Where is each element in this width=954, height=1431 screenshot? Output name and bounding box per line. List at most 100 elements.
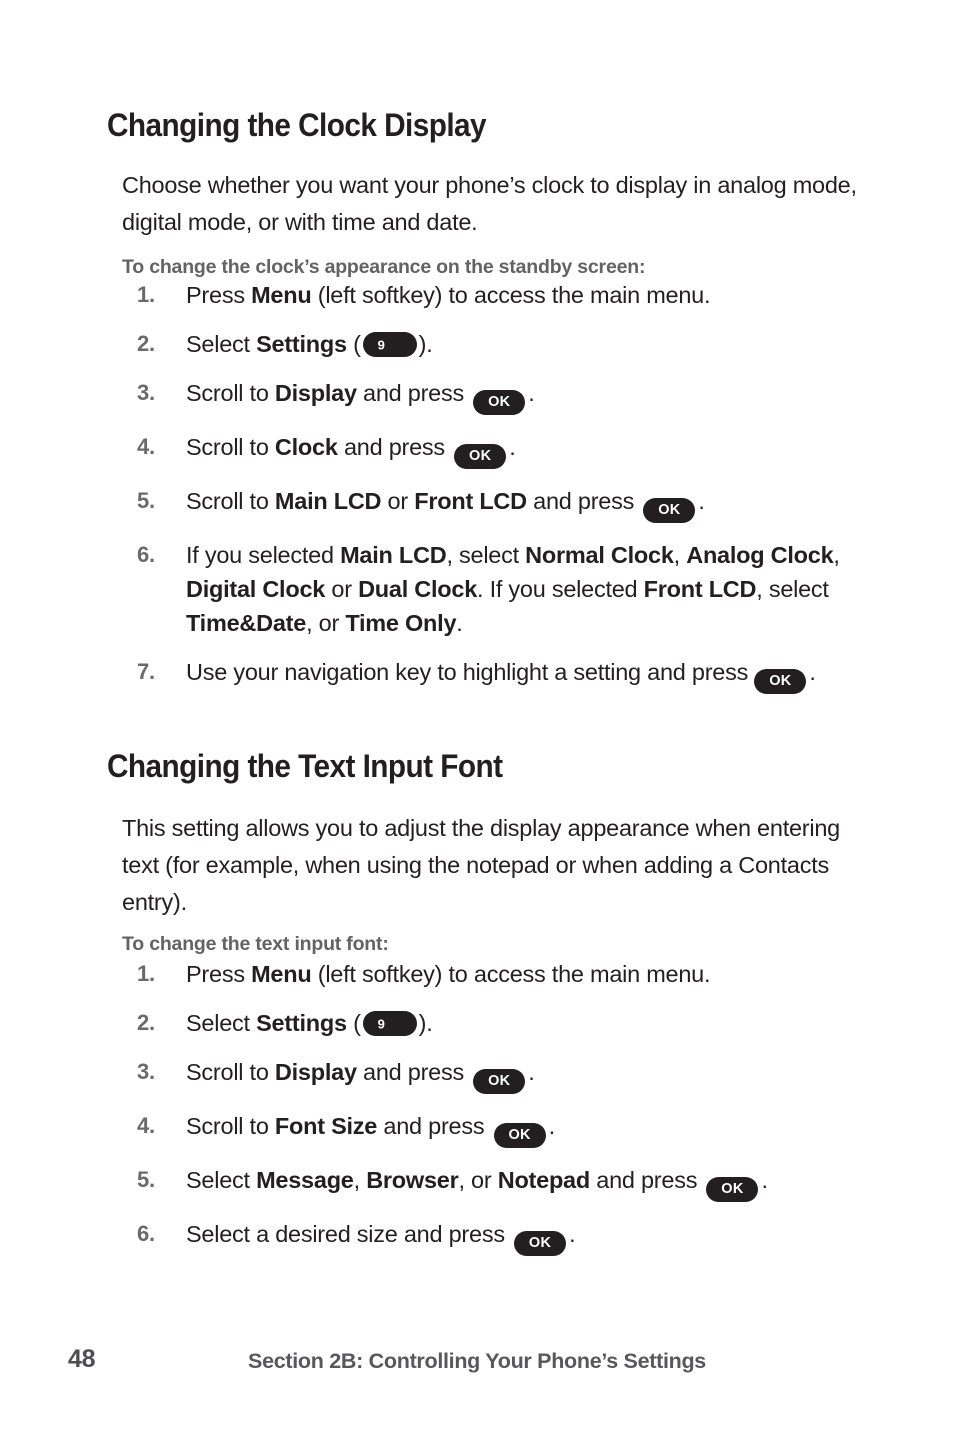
step-number: 5. (137, 1167, 155, 1192)
step-bold-term: Notepad (497, 1167, 591, 1193)
section-heading-text-input-font: Changing the Text Input Font (107, 748, 503, 785)
key-ok-icon: OK (473, 1069, 526, 1094)
step-number: 4. (137, 434, 155, 459)
step-list-clock-display: 1. Press Menu (left softkey) to access t… (137, 278, 882, 709)
list-item: 1. Press Menu (left softkey) to access t… (137, 957, 882, 991)
step-bold-term: Main LCD (340, 542, 447, 568)
step-text: , select (446, 542, 526, 568)
step-text: . If you selected (477, 576, 644, 602)
step-bold-term: Digital Clock (186, 576, 326, 602)
list-item: 5. Select Message, Browser, or Notepad a… (137, 1163, 882, 1202)
step-text: Press (186, 282, 252, 308)
step-text: , (353, 1167, 367, 1193)
key-ok-icon: OK (706, 1177, 759, 1202)
list-item: 3. Scroll to Display and press OK. (137, 376, 882, 415)
key-9-icon: 9 (362, 1011, 417, 1036)
key-9-label: 9 (377, 1016, 385, 1031)
step-text: Scroll to (186, 488, 275, 514)
page-footer: 48 Section 2B: Controlling Your Phone’s … (0, 1345, 954, 1385)
step-bold-term: Browser (366, 1167, 459, 1193)
step-number: 1. (137, 961, 155, 986)
key-9-label: 9 (377, 337, 385, 352)
step-text: . (761, 1167, 768, 1193)
list-item: 6. Select a desired size and press OK. (137, 1217, 882, 1256)
step-text: Scroll to (186, 1113, 275, 1139)
step-text: (left softkey) to access the main menu. (311, 282, 711, 308)
step-text: . (809, 659, 816, 685)
section-paragraph-clock-display: Choose whether you want your phone’s clo… (122, 171, 857, 235)
step-text: Scroll to (186, 434, 275, 460)
step-bold-term: Menu (251, 282, 312, 308)
step-text: ). (418, 331, 433, 357)
step-number: 1. (137, 282, 155, 307)
step-text: . (698, 488, 705, 514)
step-bold-term: Time&Date (186, 610, 307, 636)
step-bold-term: Dual Clock (358, 576, 478, 602)
step-text: . (548, 1113, 556, 1139)
subheading-change-clock-appearance: To change the clock’s appearance on the … (122, 255, 646, 278)
key-ok-icon: OK (493, 1123, 546, 1148)
step-bold-term: Clock (274, 434, 338, 460)
step-number: 7. (137, 659, 155, 684)
step-text: Select (186, 1167, 257, 1193)
step-number: 3. (137, 1059, 155, 1084)
step-bold-term: Normal Clock (525, 542, 674, 568)
step-bold-term: Front LCD (643, 576, 757, 602)
list-item: 6. If you selected Main LCD, select Norm… (137, 538, 882, 640)
step-bold-term: Display (274, 380, 357, 406)
step-text: or (325, 576, 359, 602)
key-ok-icon: OK (514, 1231, 567, 1256)
list-item: 2. Select Settings (9). (137, 1006, 882, 1040)
step-bold-term: Message (256, 1167, 354, 1193)
step-number: 5. (137, 488, 155, 513)
step-text: If you selected (186, 542, 341, 568)
step-bold-term: Time Only (345, 610, 457, 636)
step-text: Select (186, 1010, 257, 1036)
step-text: . (456, 610, 463, 636)
list-item: 5. Scroll to Main LCD or Front LCD and p… (137, 484, 882, 523)
step-bold-term: Menu (251, 961, 312, 987)
step-text: Scroll to (186, 1059, 275, 1085)
step-bold-term: Font Size (274, 1113, 378, 1139)
list-item: 7. Use your navigation key to highlight … (137, 655, 882, 694)
step-bold-term: Analog Clock (686, 542, 834, 568)
step-number: 6. (137, 1221, 155, 1246)
step-text: and press (356, 380, 471, 406)
step-text: . (528, 380, 535, 406)
step-text: , or (458, 1167, 498, 1193)
step-text: ( (346, 1010, 361, 1036)
list-item: 1. Press Menu (left softkey) to access t… (137, 278, 882, 312)
key-ok-icon: OK (754, 669, 807, 694)
footer-section-title: Section 2B: Controlling Your Phone’s Set… (248, 1349, 706, 1373)
step-text: and press (337, 434, 452, 460)
step-text: . (509, 434, 516, 460)
section-heading-clock-display: Changing the Clock Display (107, 107, 487, 144)
step-number: 4. (137, 1113, 155, 1138)
step-text: (left softkey) to access the main menu. (311, 961, 711, 987)
step-text: , (833, 542, 840, 568)
step-text: or (381, 488, 415, 514)
list-item: 3. Scroll to Display and press OK. (137, 1055, 882, 1094)
section-paragraph-text-input-font: This setting allows you to adjust the di… (122, 814, 840, 915)
step-text: , or (306, 610, 346, 636)
list-item: 4. Scroll to Clock and press OK. (137, 430, 882, 469)
key-9-icon: 9 (362, 332, 417, 357)
list-item: 4. Scroll to Font Size and press OK. (137, 1109, 882, 1148)
step-number: 2. (137, 1010, 155, 1035)
step-text: and press (589, 1167, 704, 1193)
step-text: Press (186, 961, 252, 987)
step-bold-term: Settings (256, 331, 347, 357)
document-page: Changing the Clock Display Choose whethe… (0, 0, 954, 1431)
step-text: Select a desired size and press (186, 1221, 512, 1247)
key-ok-icon: OK (643, 498, 696, 523)
step-bold-term: Main LCD (274, 488, 382, 514)
subheading-change-text-input-font: To change the text input font: (122, 932, 389, 955)
step-number: 6. (137, 542, 155, 567)
step-bold-term: Front LCD (414, 488, 527, 514)
step-bold-term: Display (274, 1059, 357, 1085)
step-text: . (569, 1221, 576, 1247)
step-text: , select (756, 576, 829, 602)
step-number: 2. (137, 331, 155, 356)
step-text: Use your navigation key to highlight a s… (186, 659, 755, 685)
step-text: Scroll to (186, 380, 275, 406)
